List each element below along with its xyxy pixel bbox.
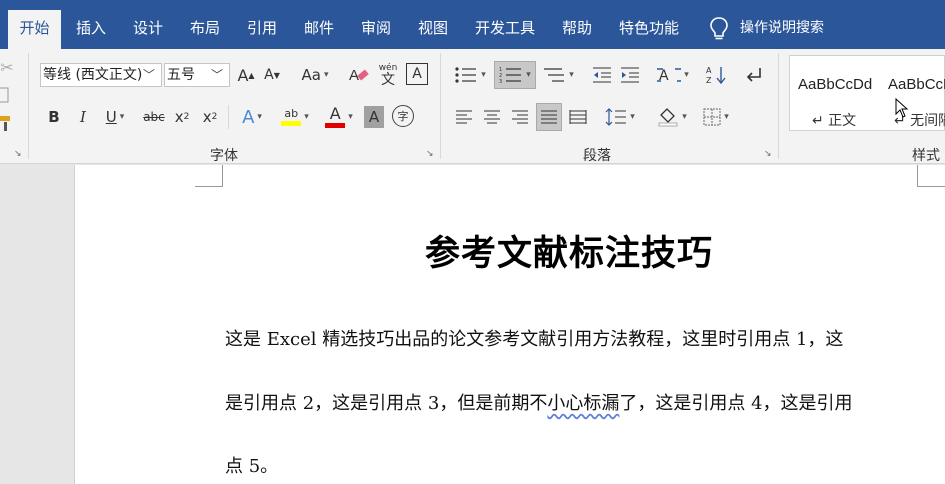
highlight-color-button[interactable]: ab ▾ [276, 103, 314, 131]
character-shading-button[interactable]: A [364, 106, 384, 128]
borders-button[interactable]: ▾ [698, 105, 734, 129]
multilevel-list-button[interactable]: ▾ [540, 63, 576, 87]
paragraph-dialog-launcher-icon[interactable]: ↘ [764, 149, 774, 159]
copy-icon[interactable] [0, 85, 14, 105]
font-color-swatch [325, 123, 346, 128]
font-name-value: 等线 (西文正文) [43, 67, 143, 83]
document-line: 是引用点 2，这是引用点 3，但是前期不小心标漏了，这是引用点 4，这是引用 [225, 393, 853, 414]
style-name-normal[interactable]: ↵ 正文 [812, 110, 856, 130]
subscript-button[interactable]: x2 [172, 105, 192, 129]
spelling-underline: 小心标漏 [547, 393, 620, 414]
left-margin-strip [0, 165, 75, 484]
bold-button[interactable]: B [44, 105, 64, 129]
grow-font-button[interactable]: A ▲ [236, 63, 256, 87]
crop-mark [917, 165, 945, 187]
tell-me-search[interactable]: 操作说明搜索 [740, 10, 840, 49]
separator [778, 53, 779, 159]
style-sample-no-spacing[interactable]: AaBbCcDd [888, 76, 945, 93]
paragraph-group-label: 段落 [583, 148, 611, 164]
font-name-select[interactable]: 等线 (西文正文) ﹀ [40, 63, 162, 87]
tab-design[interactable]: 设计 [123, 10, 173, 49]
increase-indent-button[interactable] [618, 63, 642, 87]
svg-text:3: 3 [499, 79, 502, 84]
tab-insert[interactable]: 插入 [66, 10, 116, 49]
font-color-button[interactable]: A ▾ [320, 103, 358, 131]
font-size-value: 五号 [167, 67, 195, 83]
ribbon-home: ✂ ↘ 等线 (西文正文) ﹀ 五号 ﹀ A ▲ A ▼ Aa ▾ A wén 文 A… [0, 49, 945, 164]
document-page[interactable]: 参考文献标注技巧 这是 Excel 精选技巧出品的论文参考文献引用方法教程，这里… [75, 165, 945, 484]
document-line: 点 5。 [225, 456, 279, 477]
svg-text:A: A [349, 67, 359, 84]
align-right-button[interactable] [508, 105, 532, 129]
tab-help[interactable]: 帮助 [553, 10, 601, 49]
shading-button[interactable]: ▾ [654, 105, 690, 129]
tab-view[interactable]: 视图 [408, 10, 458, 49]
decrease-indent-button[interactable] [590, 63, 614, 87]
styles-group-label: 样式 [912, 148, 940, 164]
tab-review[interactable]: 审阅 [351, 10, 401, 49]
justify-button[interactable] [536, 103, 562, 131]
tab-developer[interactable]: 开发工具 [467, 10, 543, 49]
tab-features[interactable]: 特色功能 [610, 10, 688, 49]
ribbon-tab-bar: 开始 插入 设计 布局 引用 邮件 审阅 视图 开发工具 帮助 特色功能 操作说… [0, 0, 945, 49]
italic-button[interactable]: I [73, 105, 93, 129]
separator [440, 53, 441, 159]
text-effects-button[interactable]: A ▾ [236, 105, 268, 129]
phonetic-guide-button[interactable]: wén 文 [376, 61, 400, 89]
highlight-swatch [281, 121, 302, 126]
numbering-button[interactable]: 1 2 3 ▾ [494, 61, 536, 89]
font-dialog-launcher-icon[interactable]: ↘ [426, 149, 436, 159]
document-title: 参考文献标注技巧 [425, 234, 714, 274]
show-marks-button[interactable] [742, 63, 766, 87]
tab-mailings[interactable]: 邮件 [294, 10, 344, 49]
underline-button[interactable]: U ▾ [100, 105, 130, 129]
change-case-button[interactable]: Aa ▾ [298, 63, 332, 87]
strikethrough-button[interactable]: abc [140, 105, 168, 129]
separator [28, 53, 29, 159]
sort-button[interactable]: AZ [704, 63, 728, 87]
tab-layout[interactable]: 布局 [180, 10, 230, 49]
tab-references[interactable]: 引用 [237, 10, 287, 49]
font-size-select[interactable]: 五号 ﹀ [164, 63, 230, 87]
shrink-font-button[interactable]: A ▼ [262, 63, 282, 87]
format-painter-icon[interactable] [0, 113, 16, 133]
style-sample-normal[interactable]: AaBbCcDd [798, 76, 876, 93]
svg-text:A: A [706, 66, 712, 75]
superscript-button[interactable]: x2 [200, 105, 220, 129]
clear-formatting-button[interactable]: A [348, 63, 370, 87]
clipboard-launcher-icon[interactable]: ↘ [14, 149, 24, 159]
chevron-down-icon: ﹀ [142, 68, 155, 82]
document-line: 这是 Excel 精选技巧出品的论文参考文献引用方法教程，这里时引用点 1，这 [225, 329, 844, 350]
character-border-button[interactable]: A [406, 63, 428, 85]
bullets-button[interactable]: ▾ [452, 63, 488, 87]
align-left-button[interactable] [452, 105, 476, 129]
separator [228, 105, 229, 129]
chinese-layout-button[interactable]: A ▾ [654, 63, 692, 87]
crop-mark [195, 165, 223, 187]
styles-gallery: AaBbCcDd ↵ 正文 AaBbCcDd ↵ 无间隔 [789, 55, 945, 131]
lightbulb-icon [708, 16, 730, 42]
enclose-characters-button[interactable]: 字 [392, 105, 414, 127]
tab-home[interactable]: 开始 [8, 10, 61, 49]
mouse-pointer-icon [895, 97, 909, 118]
font-group-label: 字体 [210, 148, 238, 164]
svg-text:Z: Z [706, 76, 712, 85]
document-area: 参考文献标注技巧 这是 Excel 精选技巧出品的论文参考文献引用方法教程，这里… [0, 165, 945, 484]
line-spacing-button[interactable]: ▾ [602, 105, 638, 129]
distributed-button[interactable] [566, 105, 590, 129]
chevron-down-icon: ﹀ [210, 68, 223, 82]
align-center-button[interactable] [480, 105, 504, 129]
cut-icon[interactable]: ✂ [0, 57, 14, 77]
